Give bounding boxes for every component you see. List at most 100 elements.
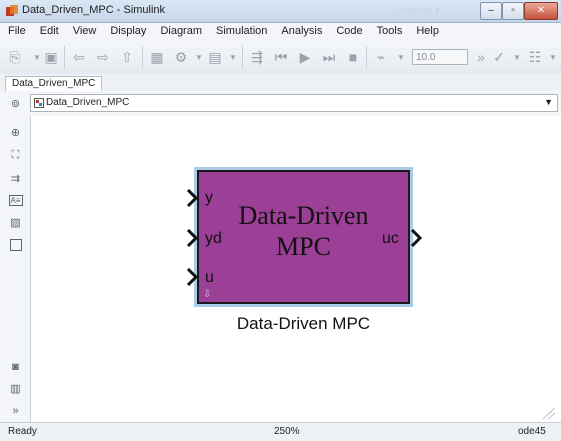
screenshot-button[interactable]: ◙ xyxy=(9,360,22,373)
annotation-button[interactable]: A≡ xyxy=(8,194,23,207)
new-model-button[interactable]: ⎘ xyxy=(6,48,24,66)
input-port-y[interactable] xyxy=(187,189,199,207)
mpc-block[interactable]: Data-Driven MPC y yd u uc ⇩ xyxy=(194,167,413,307)
maximize-button[interactable]: ▫ xyxy=(502,2,524,20)
gear-icon: ⚙ xyxy=(174,48,188,65)
toolbar-divider xyxy=(242,46,243,68)
block-title-line1: Data-Driven xyxy=(238,201,369,230)
browser-icon: ⊚ xyxy=(10,98,21,110)
title-bar: Data_Driven_MPC - Simulink Organize ▾ – … xyxy=(0,0,561,23)
model-icon xyxy=(34,98,44,108)
check-icon: ✓ xyxy=(493,48,505,65)
build-icon: ☷ xyxy=(528,48,542,65)
menu-diagram[interactable]: Diagram xyxy=(152,23,208,37)
menu-bar: File Edit View Display Diagram Simulation Anal… xyxy=(0,23,561,40)
library-browser-button[interactable]: ▦ xyxy=(148,48,166,66)
stop-icon: ■ xyxy=(348,49,358,65)
tab-data-driven-mpc[interactable]: Data_Driven_MPC xyxy=(5,76,103,92)
chevron-down-icon[interactable]: ▼ xyxy=(544,97,553,107)
save-button[interactable]: ▣ xyxy=(42,48,60,66)
input-port-u[interactable] xyxy=(187,268,199,286)
output-port-uc-label: uc xyxy=(382,230,399,247)
step-back-icon: ⏮ xyxy=(274,48,288,65)
menu-edit[interactable]: Edit xyxy=(32,23,65,37)
menu-simulation[interactable]: Simulation xyxy=(208,23,273,37)
toolbar-divider xyxy=(64,46,65,68)
build-dropdown[interactable]: ▼ xyxy=(544,48,561,66)
fast-restart-icon: ⇩ xyxy=(203,289,212,300)
zoom-button[interactable]: ⊕ xyxy=(9,126,22,139)
menu-file[interactable]: File xyxy=(0,23,32,37)
forward-button[interactable]: ⇨ xyxy=(94,48,112,66)
chevron-down-icon: ▼ xyxy=(549,52,557,62)
maximize-icon: ▫ xyxy=(511,5,515,16)
update-diagram-button[interactable]: ✓ xyxy=(490,48,508,66)
run-button[interactable]: ▶ xyxy=(296,48,314,66)
explorer-dropdown[interactable]: ▼ xyxy=(224,48,242,66)
save-icon: ▣ xyxy=(44,48,58,65)
signal-button[interactable]: ⇉ xyxy=(9,172,22,185)
area-icon xyxy=(9,238,22,251)
minimize-button[interactable]: – xyxy=(480,2,502,20)
arrow-up-icon: ⇧ xyxy=(121,48,133,65)
minimize-icon: – xyxy=(488,5,494,16)
play-icon: ▶ xyxy=(299,48,311,65)
step-forward-icon: ⏭ xyxy=(322,48,336,65)
tab-strip: Data_Driven_MPC xyxy=(0,74,561,92)
zoom-icon: ⊕ xyxy=(10,127,21,139)
menu-view[interactable]: View xyxy=(65,23,103,37)
expand-palette-button[interactable]: » xyxy=(9,404,22,417)
block-title-line2: MPC xyxy=(276,232,331,261)
area-button[interactable] xyxy=(9,238,22,251)
close-icon: ✕ xyxy=(536,5,546,16)
status-text: Ready xyxy=(8,426,37,437)
menu-display[interactable]: Display xyxy=(102,23,152,37)
toolbar: ⎘ ▼ ▣ ⇦ ⇨ ⇧ ▦ ⚙ ▼ ▤ ▼ ⇶ ⏮ ▶ ⏭ ■ ⌁ ▼ » ✓ … xyxy=(0,40,561,75)
input-port-yd-label: yd xyxy=(205,230,222,247)
record-dropdown[interactable]: ▼ xyxy=(392,48,410,66)
hide-browser-button[interactable]: ⊚ xyxy=(9,97,22,110)
input-port-u-label: u xyxy=(205,269,214,286)
double-chevron-right-icon: » xyxy=(12,404,19,417)
close-button[interactable]: ✕ xyxy=(524,2,558,20)
menu-code[interactable]: Code xyxy=(328,23,368,37)
input-port-y-label: y xyxy=(205,189,213,206)
breadcrumb[interactable]: Data_Driven_MPC ▼ xyxy=(30,94,558,112)
input-port-yd[interactable] xyxy=(187,229,199,247)
more-toolbar-button[interactable]: » xyxy=(472,48,490,66)
step-back-button[interactable]: ⏮ xyxy=(272,48,290,66)
up-button[interactable]: ⇧ xyxy=(118,48,136,66)
menu-analysis[interactable]: Analysis xyxy=(273,23,328,37)
camera-icon: ◙ xyxy=(12,360,19,373)
image-button[interactable]: ▨ xyxy=(9,216,22,229)
back-button[interactable]: ⇦ xyxy=(70,48,88,66)
build-button[interactable]: ☷ xyxy=(526,48,544,66)
chevron-down-icon: ▼ xyxy=(229,52,237,62)
chevron-down-icon: ▼ xyxy=(195,52,203,62)
solver-name[interactable]: ode45 xyxy=(518,426,546,437)
explorer-icon: ▤ xyxy=(208,48,222,65)
stepping-options-button[interactable]: ⇶ xyxy=(248,48,266,66)
record-button[interactable]: ⌁ xyxy=(372,48,390,66)
library-icon: ▦ xyxy=(150,48,164,65)
menu-help[interactable]: Help xyxy=(408,23,445,37)
step-forward-button[interactable]: ⏭ xyxy=(320,48,338,66)
chevron-down-icon: ▼ xyxy=(513,52,521,62)
resize-grip-icon[interactable] xyxy=(540,406,556,420)
ghost-text: Organize ▾ xyxy=(396,5,440,15)
menu-tools[interactable]: Tools xyxy=(369,23,409,37)
chevron-down-icon: ▼ xyxy=(33,52,41,62)
update-dropdown[interactable]: ▼ xyxy=(508,48,526,66)
breadcrumb-model[interactable]: Data_Driven_MPC xyxy=(46,97,129,108)
explorer-button[interactable]: ▤ xyxy=(206,48,224,66)
stop-time-field[interactable]: 10.0 xyxy=(412,49,468,65)
model-config-button[interactable]: ⚙ xyxy=(172,48,190,66)
fit-to-view-button[interactable]: ⛶ xyxy=(9,149,22,162)
arrow-right-icon: ⇨ xyxy=(97,48,109,65)
output-port-uc[interactable] xyxy=(411,229,423,247)
block-name-label[interactable]: Data-Driven MPC xyxy=(197,314,410,334)
model-browser-button[interactable]: ▥ xyxy=(9,382,22,395)
toolbar-divider xyxy=(366,46,367,68)
image-icon: ▨ xyxy=(10,217,21,229)
stop-button[interactable]: ■ xyxy=(344,48,362,66)
